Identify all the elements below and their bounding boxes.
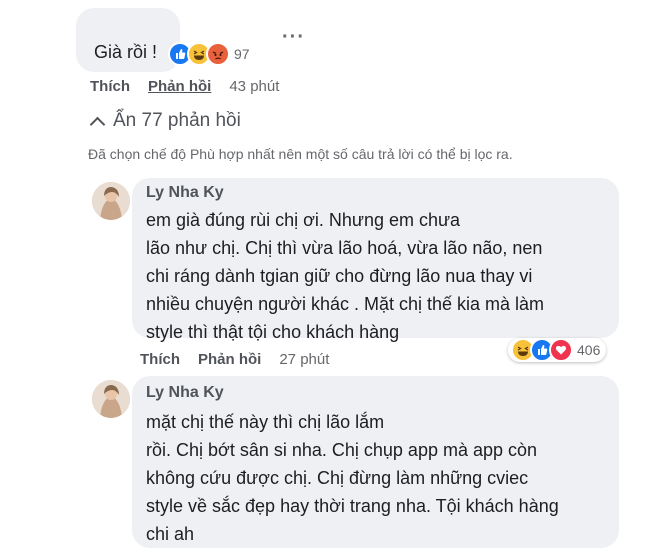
avatar[interactable] [92,182,130,220]
love-icon [549,338,573,362]
reply-reactions[interactable]: 406 [508,338,607,362]
reply-bubble: Ly Nha Ky em già đúng rùi chị ơi. Nhưng … [132,178,619,342]
reply-text: mặt chị thế này thì chị lão lắm rồi. Chị… [146,412,559,544]
reply-link[interactable]: Phản hồi [198,351,261,368]
hide-replies-label: Ẩn 77 phản hồi [113,110,241,131]
angry-icon [206,42,230,66]
reply-actions: Thích Phản hồi 27 phút [140,351,329,368]
like-link[interactable]: Thích [140,351,180,368]
reply-author[interactable]: Ly Nha Ky [146,184,224,202]
comment-actions: Thích Phản hồi 43 phút [90,78,279,95]
reply-link[interactable]: Phản hồi [148,78,211,95]
comment-reactions[interactable]: 97 [168,42,250,66]
reply-bubble: Ly Nha Ky mặt chị thế này thì chị lão lắ… [132,376,619,548]
comment-bubble: Già rồi ! [76,8,180,72]
reaction-count: 97 [234,46,250,62]
more-options-icon[interactable]: ··· [282,26,305,49]
reply-author[interactable]: Ly Nha Ky [146,384,224,402]
comment-timestamp[interactable]: 43 phút [229,78,279,95]
avatar[interactable] [92,380,130,418]
like-link[interactable]: Thích [90,78,130,95]
reply-timestamp[interactable]: 27 phút [279,351,329,368]
reply-text: em già đúng rùi chị ơi. Nhưng em chưa lã… [146,210,545,342]
chevron-up-icon [89,116,106,132]
hide-replies-button[interactable]: Ẩn 77 phản hồi [89,110,241,132]
reaction-count: 406 [577,342,601,358]
comment-text: Già rồi ! [94,42,158,62]
filter-notice: Đã chọn chế độ Phù hợp nhất nên một số c… [88,146,513,162]
